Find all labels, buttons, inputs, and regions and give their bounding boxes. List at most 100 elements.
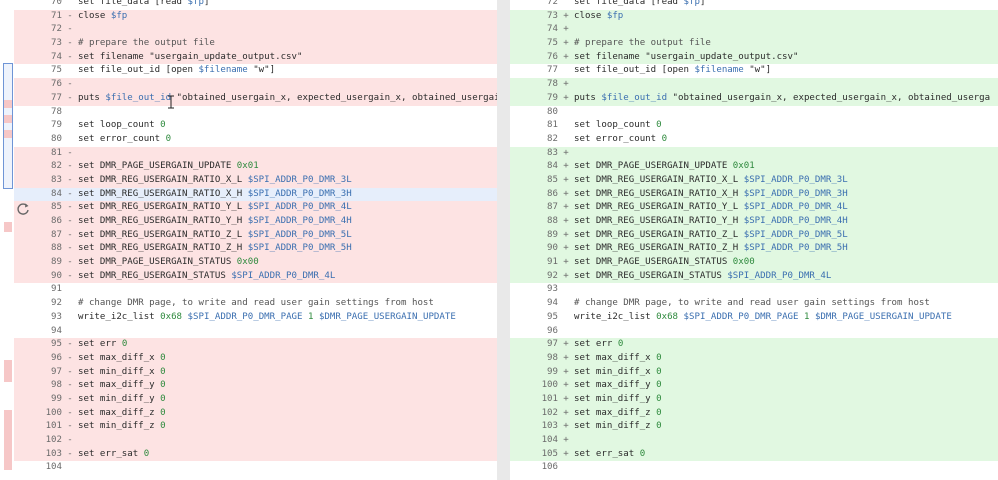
code-token: $DMR_PAGE_USERGAIN_UPDATE [318,311,456,322]
diff-line[interactable]: 104 [14,461,510,475]
pane-divider[interactable] [497,0,510,480]
diff-line[interactable]: 75 set file_out_id [open $filename "w"] [14,64,510,78]
code-text: close $fp [78,11,127,21]
change-overview-gutter[interactable] [0,0,14,480]
diff-line[interactable]: 96- set max_diff_x 0 [14,351,510,366]
diff-line[interactable]: 78 [14,106,510,120]
diff-line[interactable]: 82 set error_count 0 [510,133,998,147]
diff-line[interactable]: 79 + puts $file_out_id "obtained_usergain_… [510,91,998,106]
right-diff-pane[interactable]: 72 set file_data [read $fp] 73 + close $fp 74… [510,0,998,475]
diff-line[interactable]: 89 + set DMR_REG_USERGAIN_RATIO_Z_L $SPI_A… [510,228,998,243]
diff-line[interactable]: 101- set min_diff_z 0 [14,420,510,434]
diff-line[interactable]: 102 + set max_diff_z 0 [510,406,998,421]
diff-line[interactable]: 90 + set DMR_REG_USERGAIN_RATIO_Z_H $SPI_A… [510,242,998,257]
diff-line[interactable]: 94 [14,325,510,339]
diff-line[interactable]: 78 + [510,78,998,92]
diff-line[interactable]: 82- set DMR_PAGE_USERGAIN_UPDATE 0x01 [14,160,510,174]
diff-line[interactable]: 79 set loop_count 0 [14,119,510,133]
diff-line[interactable]: 70 set file_data [read $fp] [14,0,510,10]
diff-line[interactable]: 106 [510,461,998,475]
code-text: set min_diff_z 0 [574,421,662,431]
diff-line[interactable]: 103- set err_sat 0 [14,447,510,462]
diff-line[interactable]: 95 write_i2c_list 0x68 $SPI_ADDR_P0_DMR_P… [510,311,998,325]
diff-line[interactable]: 97- set min_diff_x 0 [14,365,510,380]
diff-line[interactable]: 71- close $fp [14,9,510,24]
diff-line[interactable]: 103 + set min_diff_z 0 [510,420,998,434]
diff-line[interactable]: 84- set DMR_REG_USERGAIN_RATIO_X_H $SPI_A… [14,187,510,202]
diff-line[interactable]: 73 + close $fp [510,9,998,24]
diff-line[interactable]: 85 + set DMR_REG_USERGAIN_RATIO_X_L $SPI_A… [510,173,998,188]
code-token: set err [78,339,122,350]
diff-line[interactable]: 104 + [510,434,998,448]
diff-line[interactable]: 93 [510,283,998,297]
diff-line[interactable]: 87- set DMR_REG_USERGAIN_RATIO_Z_L $SPI_A… [14,228,510,243]
diff-line[interactable]: 89- set DMR_PAGE_USERGAIN_STATUS 0x00 [14,256,510,270]
diff-line[interactable]: 74- set filename "usergain_update_output.… [14,50,510,65]
diff-line[interactable]: 91 + set DMR_PAGE_USERGAIN_STATUS 0x00 [510,256,998,270]
diff-line[interactable]: 72- [14,23,510,38]
diff-line[interactable]: 74 + [510,23,998,38]
diff-line[interactable]: 100 + set max_diff_y 0 [510,379,998,393]
gutter-change-marker[interactable] [4,410,12,470]
diff-line[interactable]: 100- set max_diff_z 0 [14,406,510,421]
gutter-change-marker[interactable] [4,130,12,138]
diff-line[interactable]: 83- set DMR_REG_USERGAIN_RATIO_X_L $SPI_A… [14,173,510,188]
line-number: 91 [51,284,62,295]
code-token: $file_out_id [601,92,668,103]
diff-sign: - [67,421,73,432]
diff-line[interactable]: 87 + set DMR_REG_USERGAIN_RATIO_Y_L $SPI_A… [510,201,998,215]
diff-line[interactable]: 86- set DMR_REG_USERGAIN_RATIO_Y_H $SPI_A… [14,215,510,229]
code-token: set max_diff_y [78,380,161,391]
viewport-indicator[interactable] [3,63,13,189]
diff-line[interactable]: 98 + set max_diff_x 0 [510,351,998,366]
diff-line[interactable]: 90- set DMR_REG_USERGAIN_STATUS $SPI_ADDR… [14,269,510,284]
code-token: set DMR_REG_USERGAIN_RATIO_Z_H [78,243,248,254]
diff-line[interactable]: 83 + [510,146,998,161]
line-number: 85 [547,174,558,185]
diff-line[interactable]: 72 set file_data [read $fp] [510,0,998,10]
diff-line[interactable]: 75 + # prepare the output file [510,37,998,51]
diff-line[interactable]: 105 + set err_sat 0 [510,447,998,462]
diff-line[interactable]: 86 + set DMR_REG_USERGAIN_RATIO_X_H $SPI_A… [510,187,998,202]
diff-line[interactable]: 101 + set min_diff_y 0 [510,392,998,407]
diff-line[interactable]: 95- set err 0 [14,338,510,352]
diff-sign: - [67,10,73,21]
diff-line[interactable]: 94 # change DMR page, to write and read u… [510,297,998,311]
left-diff-pane[interactable]: 70 set file_data [read $fp] 71- close $fp 72… [14,0,510,475]
diff-line[interactable]: 93 write_i2c_list 0x68 $SPI_ADDR_P0_DMR_P… [14,311,510,325]
diff-line[interactable]: 80 [510,106,998,120]
gutter-change-marker[interactable] [4,115,12,123]
diff-line[interactable]: 76- [14,78,510,92]
gutter-change-marker[interactable] [4,360,12,382]
diff-line[interactable]: 84 + set DMR_PAGE_USERGAIN_UPDATE 0x01 [510,160,998,174]
diff-line[interactable]: 92 + set DMR_REG_USERGAIN_STATUS $SPI_ADDR… [510,269,998,284]
diff-line[interactable]: 77 set file_out_id [open $filename "w"] [510,64,998,78]
code-token: set file_data [read [78,0,188,7]
line-number: 92 [547,270,558,281]
diff-line[interactable]: 77- puts $file_out_id "obtained_usergain_… [14,91,510,106]
diff-line[interactable]: 97 + set err 0 [510,338,998,352]
diff-line[interactable]: 76 + set filename "usergain_update_output.… [510,50,998,65]
gutter-change-marker[interactable] [4,222,12,232]
code-token: 0x01 [732,161,755,172]
diff-line[interactable]: 73- # prepare the output file [14,37,510,51]
code-text: set DMR_REG_USERGAIN_STATUS $SPI_ADDR_P0… [574,271,831,281]
refresh-icon[interactable] [16,202,30,216]
diff-line[interactable]: 102- [14,434,510,448]
line-number: 90 [547,243,558,254]
diff-line[interactable]: 96 [510,325,998,339]
diff-line[interactable]: 99- set min_diff_y 0 [14,392,510,407]
diff-line[interactable]: 99 + set min_diff_x 0 [510,365,998,380]
diff-line[interactable]: 98- set max_diff_y 0 [14,379,510,393]
diff-line[interactable]: 88- set DMR_REG_USERGAIN_RATIO_Z_H $SPI_A… [14,242,510,257]
line-number: 78 [51,106,62,117]
gutter-change-marker[interactable] [4,100,12,108]
diff-line[interactable]: 88 + set DMR_REG_USERGAIN_RATIO_Y_H $SPI_A… [510,215,998,229]
diff-line[interactable]: 80 set error_count 0 [14,133,510,147]
diff-line[interactable]: 81 set loop_count 0 [510,119,998,133]
diff-line[interactable]: 91 [14,283,510,297]
line-number: 73 [51,38,62,49]
diff-line[interactable]: 85- set DMR_REG_USERGAIN_RATIO_Y_L $SPI_A… [14,201,510,215]
diff-line[interactable]: 92 # change DMR page, to write and read u… [14,297,510,311]
diff-line[interactable]: 81- [14,146,510,161]
